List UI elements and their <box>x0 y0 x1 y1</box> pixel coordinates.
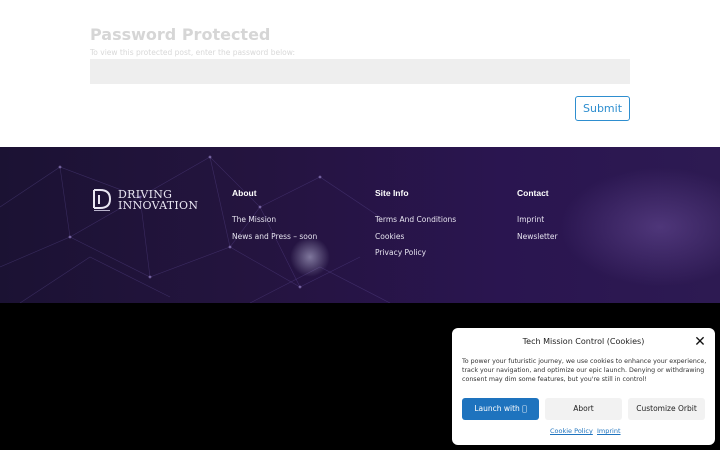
footer-about-title: About <box>232 188 257 198</box>
footer-link-newsletter[interactable]: Newsletter <box>517 232 558 241</box>
footer-link-privacy-policy[interactable]: Privacy Policy <box>375 248 426 257</box>
footer-link-cookies[interactable]: Cookies <box>375 232 404 241</box>
logo-text: DRIVING INNOVATION <box>118 189 198 211</box>
close-icon[interactable]: ✕ <box>693 334 707 348</box>
deny-cookies-button[interactable]: Abort <box>545 398 622 420</box>
glow-decoration <box>290 237 330 277</box>
cookie-banner: Tech Mission Control (Cookies) ✕ To powe… <box>452 328 715 445</box>
logo-mark-icon <box>93 189 112 211</box>
submit-button[interactable]: Submit <box>575 96 630 121</box>
footer-link-imprint[interactable]: Imprint <box>517 215 544 224</box>
password-title: Password Protected <box>90 25 271 44</box>
password-section: Password Protected To view this protecte… <box>0 0 720 147</box>
cookie-title: Tech Mission Control (Cookies) <box>522 337 645 346</box>
footer-site-info-title: Site Info <box>375 188 409 198</box>
footer-link-terms[interactable]: Terms And Conditions <box>375 215 456 224</box>
cookie-policy-link[interactable]: Cookie Policy <box>550 427 593 435</box>
site-footer: DRIVING INNOVATION About The Mission New… <box>0 147 720 303</box>
cookie-imprint-link[interactable]: Imprint <box>597 427 621 435</box>
customize-cookies-button[interactable]: Customize Orbit <box>628 398 705 420</box>
footer-link-the-mission[interactable]: The Mission <box>232 215 276 224</box>
driving-innovation-logo[interactable]: DRIVING INNOVATION <box>92 187 198 213</box>
footer-contact-title: Contact <box>517 188 549 198</box>
accept-cookies-button[interactable]: Launch with  <box>462 398 539 420</box>
footer-link-news-and-press[interactable]: News and Press – soon <box>232 232 317 241</box>
password-input[interactable] <box>90 59 630 84</box>
logo-line-2: INNOVATION <box>118 199 199 212</box>
password-description: To view this protected post, enter the p… <box>90 48 295 57</box>
cookie-message: To power your futuristic journey, we use… <box>462 358 707 384</box>
